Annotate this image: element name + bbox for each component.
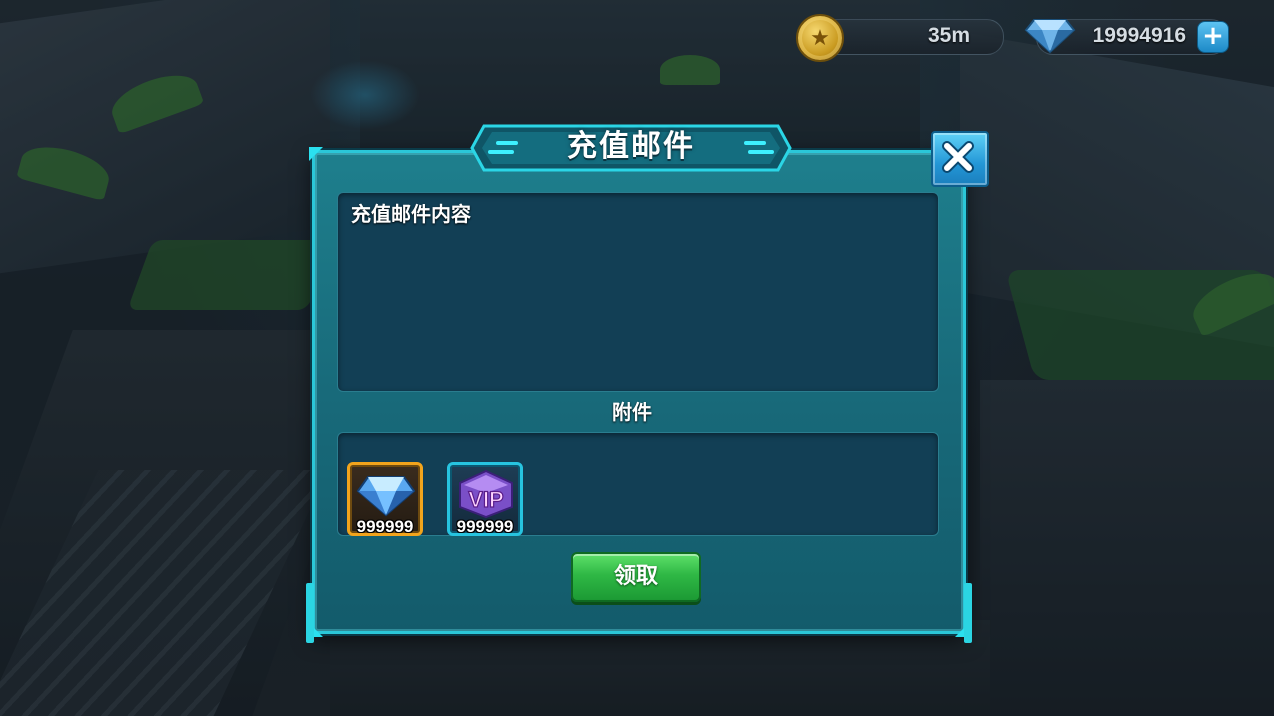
diamond-icon <box>356 476 416 517</box>
close-button[interactable] <box>931 131 989 187</box>
attachments-panel <box>337 432 939 536</box>
coin-amount: 35m <box>927 24 970 47</box>
coin-icon: ★ <box>796 14 844 62</box>
claim-button[interactable]: 领取 <box>571 552 701 602</box>
svg-text:VIP: VIP <box>468 487 503 512</box>
gem-amount: 19994916 <box>1092 24 1186 47</box>
mail-content-text: 充值邮件内容 <box>351 202 471 226</box>
attachment-item-diamond[interactable]: 999999 <box>347 462 423 536</box>
attachment-item-vip[interactable]: VIP 999999 <box>447 462 523 536</box>
dialog-title: 充值邮件 <box>567 129 695 164</box>
add-gems-button[interactable]: + <box>1197 21 1229 53</box>
vip-icon: VIP <box>459 469 513 519</box>
close-icon <box>942 141 974 173</box>
attachments-label: 附件 <box>612 400 652 424</box>
attachment-count: 999999 <box>456 517 514 536</box>
attachment-count: 999999 <box>356 517 414 536</box>
